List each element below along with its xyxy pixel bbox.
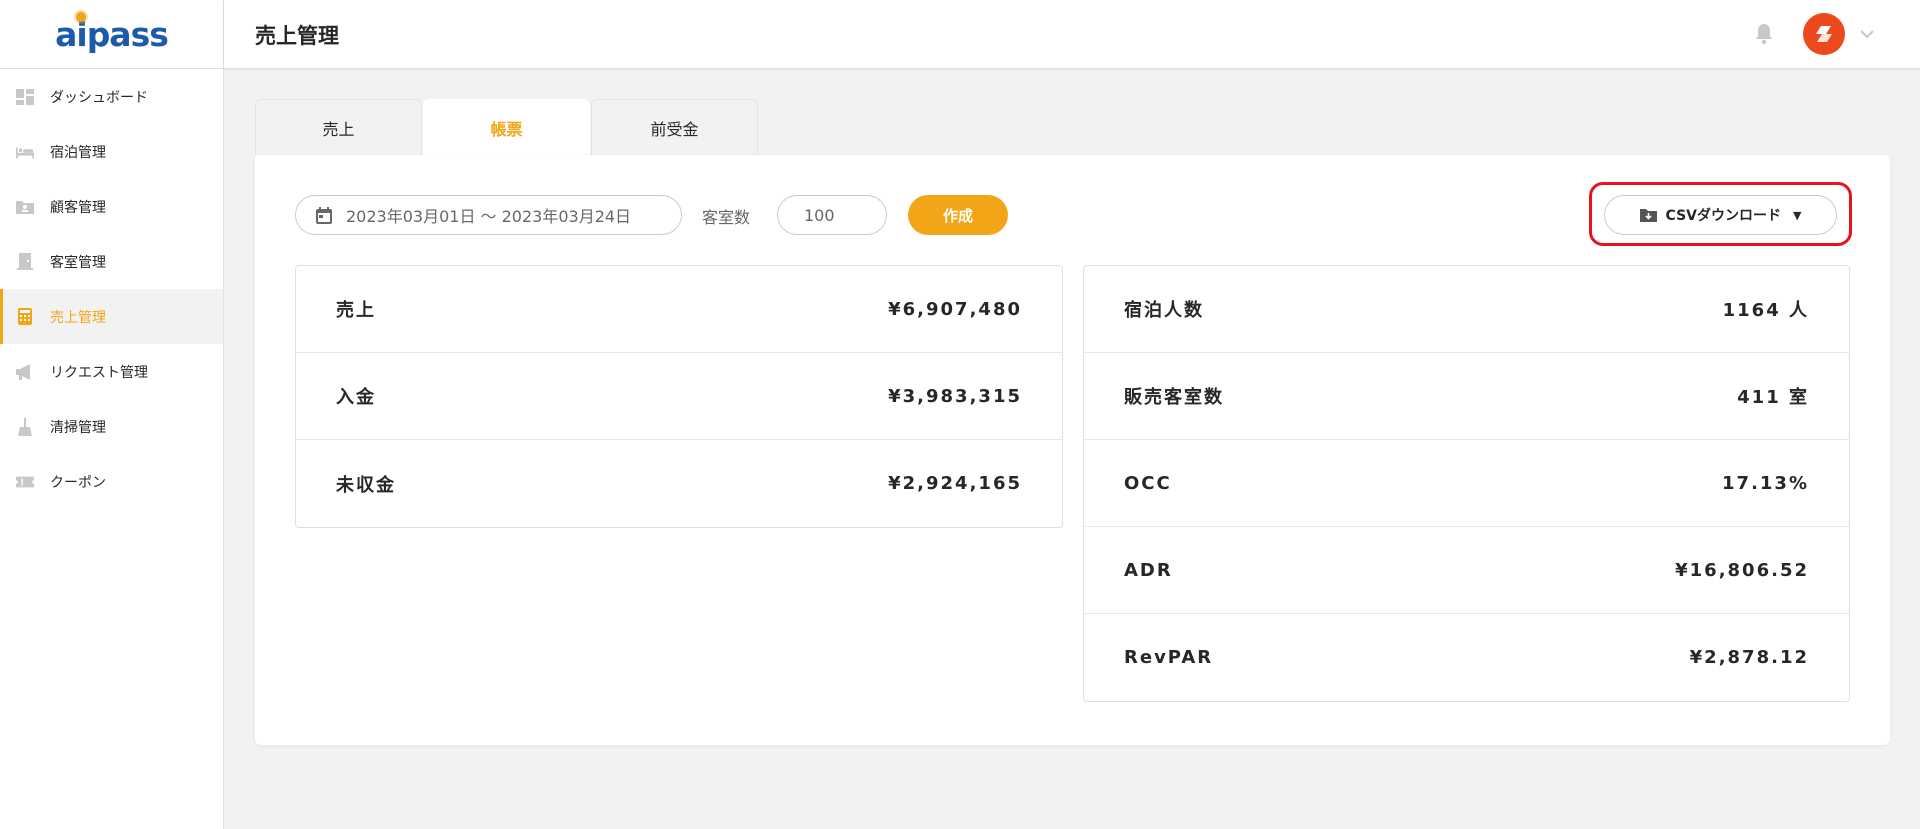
logo-text: aipass (55, 14, 169, 54)
sidebar-item-stays[interactable]: 宿泊管理 (0, 124, 223, 179)
bell-icon[interactable] (1754, 22, 1774, 49)
summary-row-rooms-sold: 販売客室数 411 室 (1084, 353, 1849, 440)
summary-left-panel: 売上 ¥6,907,480 入金 ¥3,983,315 未収金 ¥2,924,1… (295, 265, 1063, 528)
ticket-icon (16, 474, 34, 490)
dashboard-icon (16, 88, 34, 105)
sidebar-item-label: ダッシュボード (50, 89, 148, 106)
sidebar-item-rooms[interactable]: 客室管理 (0, 234, 223, 289)
summary-value: ¥3,983,315 (888, 385, 1022, 407)
create-button[interactable]: 作成 (908, 195, 1008, 235)
sidebar-item-sales[interactable]: 売上管理 (0, 289, 223, 344)
calculator-icon (16, 308, 34, 325)
summary-row-occ: OCC 17.13% (1084, 440, 1849, 527)
sidebar-item-coupons[interactable]: クーポン (0, 454, 223, 509)
summary-value: 17.13% (1722, 472, 1809, 494)
summary-label: 売上 (336, 300, 376, 321)
avatar[interactable] (1803, 13, 1845, 55)
broom-icon (16, 417, 34, 436)
date-range-text: 2023年03月01日 ～ 2023年03月24日 (346, 207, 632, 226)
report-card: 2023年03月01日 ～ 2023年03月24日 客室数 作成 CSVダウンロ… (255, 155, 1890, 745)
summary-label: ADR (1124, 559, 1173, 581)
tab-sales[interactable]: 売上 (255, 99, 422, 155)
rooms-input[interactable] (777, 195, 887, 235)
tab-advance-payments[interactable]: 前受金 (591, 99, 758, 155)
summary-value: 411 室 (1737, 387, 1809, 408)
sidebar: aipass ダッシュボード 宿泊管理 顧客管理 客室管理 売上管理 リクエスト… (0, 0, 224, 829)
summary-value: 1164 人 (1722, 300, 1809, 321)
summary-row-sales: 売上 ¥6,907,480 (296, 266, 1062, 353)
page-title: 売上管理 (255, 24, 339, 48)
sidebar-item-label: リクエスト管理 (50, 364, 148, 381)
summary-value: ¥6,907,480 (888, 298, 1022, 320)
calendar-icon (316, 206, 332, 224)
summary-label: OCC (1124, 472, 1172, 494)
csv-download-button[interactable]: CSVダウンロード ▼ (1604, 195, 1837, 235)
summary-label: 販売客室数 (1124, 387, 1224, 408)
sidebar-item-label: 清掃管理 (50, 419, 106, 436)
top-header: 売上管理 (224, 0, 1920, 69)
dropdown-triangle-icon: ▼ (1792, 208, 1802, 222)
sidebar-item-customers[interactable]: 顧客管理 (0, 179, 223, 234)
date-range-picker[interactable]: 2023年03月01日 ～ 2023年03月24日 (295, 195, 682, 235)
sidebar-item-cleaning[interactable]: 清掃管理 (0, 399, 223, 454)
megaphone-icon (16, 363, 34, 380)
sidebar-item-label: 売上管理 (50, 309, 106, 326)
summary-row-receivable: 未収金 ¥2,924,165 (296, 440, 1062, 527)
summary-right-panel: 宿泊人数 1164 人 販売客室数 411 室 OCC 17.13% ADR ¥… (1083, 265, 1850, 702)
summary-row-received: 入金 ¥3,983,315 (296, 353, 1062, 440)
logo-sun-icon (76, 12, 86, 22)
tab-reports[interactable]: 帳票 (423, 99, 590, 156)
summary-row-revpar: RevPAR ¥2,878.12 (1084, 614, 1849, 701)
sidebar-item-label: 客室管理 (50, 254, 106, 271)
sidebar-item-dashboard[interactable]: ダッシュボード (0, 69, 223, 124)
summary-label: 未収金 (336, 474, 396, 496)
sidebar-item-label: クーポン (50, 474, 106, 491)
logo[interactable]: aipass (0, 0, 223, 69)
bed-icon (16, 144, 34, 160)
summary-value: ¥2,878.12 (1689, 647, 1809, 668)
customer-folder-icon (16, 199, 34, 215)
sidebar-item-label: 宿泊管理 (50, 144, 106, 161)
summary-value: ¥2,924,165 (888, 473, 1022, 494)
sidebar-item-label: 顧客管理 (50, 199, 106, 216)
folder-download-icon (1639, 208, 1657, 222)
csv-download-label: CSVダウンロード (1665, 208, 1781, 224)
chevron-down-icon[interactable] (1860, 24, 1874, 43)
summary-label: 入金 (336, 387, 376, 408)
summary-label: 宿泊人数 (1124, 300, 1204, 321)
door-icon (16, 253, 34, 270)
summary-row-adr: ADR ¥16,806.52 (1084, 527, 1849, 614)
summary-row-guests: 宿泊人数 1164 人 (1084, 266, 1849, 353)
summary-label: RevPAR (1124, 647, 1214, 668)
rooms-label: 客室数 (702, 208, 751, 227)
sidebar-item-requests[interactable]: リクエスト管理 (0, 344, 223, 399)
summary-value: ¥16,806.52 (1675, 559, 1809, 581)
